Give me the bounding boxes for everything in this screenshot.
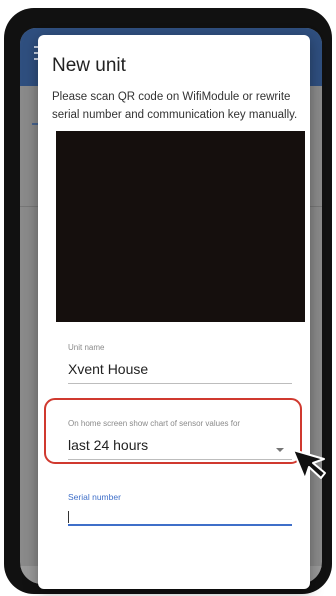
chart-period-label: On home screen show chart of sensor valu… [68,419,241,428]
new-unit-dialog: New unit Please scan QR code on WifiModu… [38,35,310,589]
unit-name-field[interactable]: Unit name Xvent House [68,343,292,384]
serial-number-underline [68,524,292,526]
chart-period-select[interactable]: On home screen show chart of sensor valu… [68,419,292,460]
chart-period-value[interactable]: last 24 hours [68,437,292,453]
serial-number-field[interactable]: Serial number [68,492,292,526]
chart-period-underline [68,459,292,460]
dialog-description: Please scan QR code on WifiModule or rew… [52,91,298,121]
unit-name-label: Unit name [68,343,105,352]
unit-name-input[interactable]: Xvent House [68,361,292,377]
chevron-down-icon[interactable] [276,448,284,452]
cursor-icon [292,449,326,480]
qr-camera-preview [56,131,305,322]
unit-name-underline [68,383,292,384]
serial-number-label: Serial number [68,492,121,502]
serial-number-input[interactable] [68,502,292,524]
dialog-title: New unit [52,55,126,76]
text-caret [68,511,69,523]
